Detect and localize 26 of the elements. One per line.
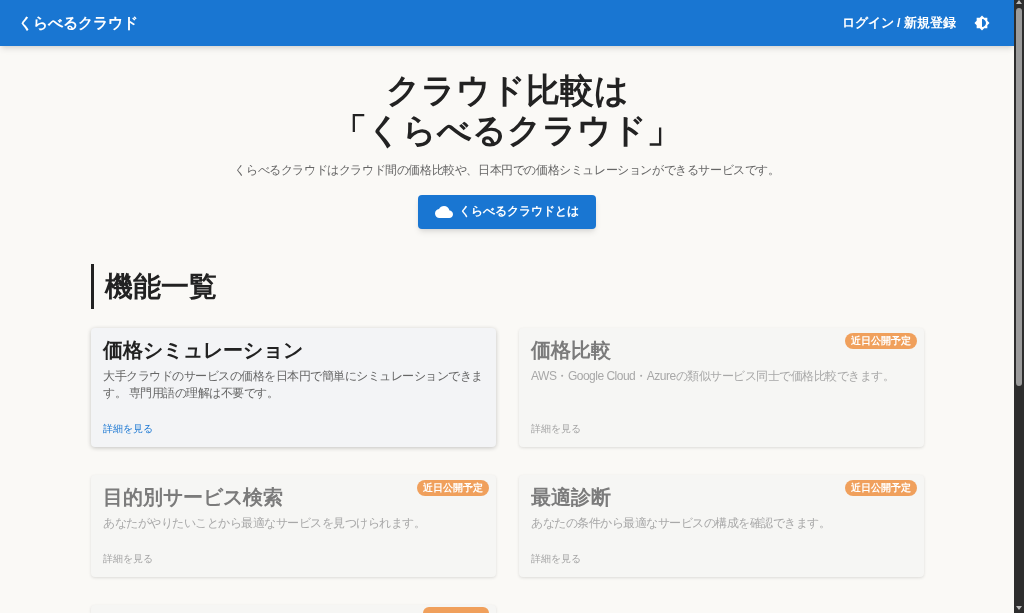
hero-subtitle: くらべるクラウドはクラウド間の価格比較や、日本円での価格シミュレーションができるサービスです。	[234, 162, 780, 178]
card-title: 価格比較	[531, 338, 611, 363]
site-title[interactable]: くらべるクラウド	[18, 11, 138, 35]
card-title: 価格シミュレーション	[103, 338, 303, 363]
theme-toggle-button[interactable]	[974, 15, 990, 31]
scrollbar[interactable]	[1014, 0, 1024, 613]
card-description: あなたの条件から最適なサービスの構成を確認できます。	[531, 515, 831, 532]
cloud-icon	[435, 206, 453, 218]
hero-title: クラウド比較は 「くらべるクラウド」	[333, 70, 681, 150]
login-signup-link[interactable]: ログイン / 新規登録	[841, 13, 956, 33]
coming-soon-badge: 近日公開予定	[845, 333, 917, 349]
card-description: AWS・Google Cloud・Azureの類似サービス同士で価格比較できます。	[531, 368, 896, 385]
details-link[interactable]: 詳細を見る	[531, 422, 581, 436]
brightness-icon	[974, 15, 990, 31]
coming-soon-badge: 近日公開予定	[845, 480, 917, 496]
section-heading: 機能一覧	[91, 264, 221, 309]
details-link[interactable]: 詳細を見る	[531, 552, 581, 566]
card-title: 最適診断	[531, 485, 611, 510]
card-description: あなたがやりたいことから最適なサービスを見つけられます。	[103, 515, 426, 532]
about-button[interactable]: くらべるクラウドとは	[418, 195, 596, 229]
card-description: 大手クラウドのサービスの価格を日本円で簡単にシミュレーションできます。 専門用語の理解は不要です。	[103, 368, 484, 402]
coming-soon-badge	[423, 607, 489, 613]
details-link[interactable]: 詳細を見る	[103, 552, 153, 566]
details-link[interactable]: 詳細を見る	[103, 422, 153, 436]
coming-soon-badge: 近日公開予定	[417, 480, 489, 496]
card-title: 目的別サービス検索	[103, 485, 283, 510]
